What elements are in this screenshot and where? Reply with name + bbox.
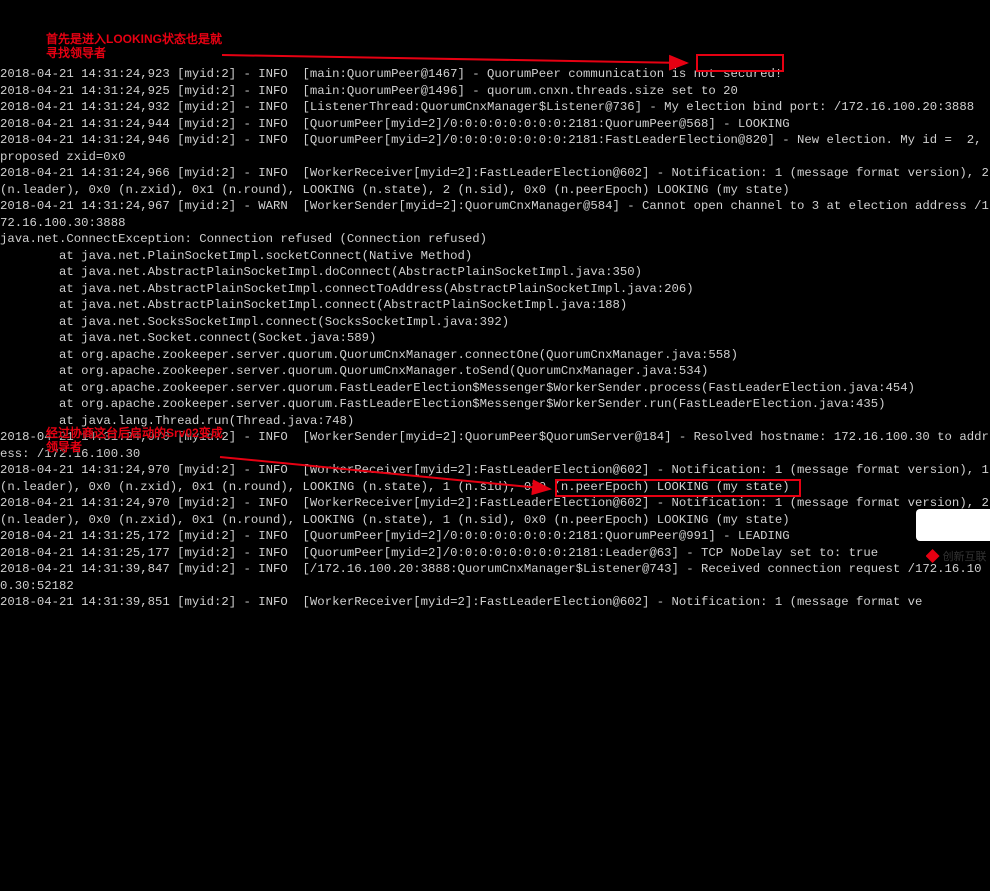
log-line: at java.net.PlainSocketImpl.socketConnec… [0,248,990,265]
log-line: at java.net.AbstractPlainSocketImpl.doCo… [0,264,990,281]
log-line: java.net.ConnectException: Connection re… [0,231,990,248]
log-line: 2018-04-21 14:31:39,851 [myid:2] - INFO … [0,594,990,611]
log-line: 2018-04-21 14:31:24,944 [myid:2] - INFO … [0,116,990,133]
log-line: 2018-04-21 14:31:24,932 [myid:2] - INFO … [0,99,990,116]
watermark-text: 创新互联 [943,551,987,563]
log-line: 2018-04-21 14:31:24,923 [myid:2] - INFO … [0,66,990,83]
log-line: at java.net.Socket.connect(Socket.java:5… [0,330,990,347]
log-line: at java.net.AbstractPlainSocketImpl.conn… [0,281,990,298]
log-line: at org.apache.zookeeper.server.quorum.Fa… [0,396,990,413]
annotation-note-1: 首先是进入LOOKING状态也是就寻找领导者 [46,32,226,60]
log-line: 2018-04-21 14:31:24,925 [myid:2] - INFO … [0,83,990,100]
log-line: 2018-04-21 14:31:24,966 [myid:2] - INFO … [0,165,990,198]
log-line: 2018-04-21 14:31:24,946 [myid:2] - INFO … [0,132,990,165]
watermark-badge: 创新互联 [916,509,990,541]
log-line: at java.net.AbstractPlainSocketImpl.conn… [0,297,990,314]
log-line: at org.apache.zookeeper.server.quorum.Qu… [0,347,990,364]
annotation-note-2: 经过协商这台后启动的Srv02变成领导者 [46,426,226,454]
log-line: 2018-04-21 14:31:24,970 [myid:2] - INFO … [0,462,990,495]
log-line: 2018-04-21 14:31:25,172 [myid:2] - INFO … [0,528,990,545]
log-line: at org.apache.zookeeper.server.quorum.Fa… [0,380,990,397]
terminal-log-output: 2018-04-21 14:31:24,923 [myid:2] - INFO … [0,66,990,611]
log-line: 2018-04-21 14:31:24,970 [myid:2] - INFO … [0,495,990,528]
log-line: 2018-04-21 14:31:24,967 [myid:2] - WARN … [0,198,990,231]
log-line: 2018-04-21 14:31:39,847 [myid:2] - INFO … [0,561,990,594]
log-line: at org.apache.zookeeper.server.quorum.Qu… [0,363,990,380]
watermark-icon [926,549,940,563]
log-line: at java.net.SocksSocketImpl.connect(Sock… [0,314,990,331]
